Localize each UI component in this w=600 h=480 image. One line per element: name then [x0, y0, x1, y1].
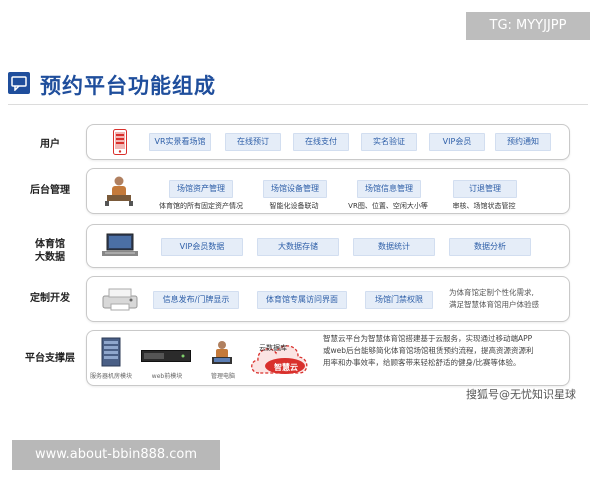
row-label-backend: 后台管理	[30, 185, 70, 196]
monitor-icon	[101, 233, 139, 263]
pill-order-mgmt: 订退管理	[453, 180, 517, 198]
server-rack-icon	[101, 337, 121, 371]
custom-desc-line2: 满足智慧体育馆用户体验感	[449, 300, 539, 309]
page-title: 预约平台功能组成	[40, 74, 216, 98]
pill-analysis: 数据分析	[449, 238, 531, 256]
sub-asset: 体育馆的所有固定资产情况	[159, 202, 243, 210]
support-desc-line3: 用率和办事效率，给顾客带来轻松舒适的健身/比赛等体验。	[323, 358, 521, 367]
caption-web-module: web前模块	[151, 373, 183, 380]
sub-info: VR图、位置、空闲大小等	[348, 202, 428, 210]
cloud-main-label: 智慧云	[274, 363, 298, 372]
worker-icon	[101, 175, 137, 211]
pill-real-name: 实名验证	[361, 133, 417, 151]
sub-device: 智能化设备联动	[269, 202, 319, 210]
pill-notify: 预约通知	[495, 133, 551, 151]
pill-asset-mgmt: 场馆资产管理	[169, 180, 233, 198]
row-label-support: 平台支撑层	[25, 353, 75, 364]
pill-online-booking: 在线预订	[225, 133, 281, 151]
pill-vip-data: VIP会员数据	[161, 238, 243, 256]
sub-order: 审核、场馆状态管控	[452, 202, 516, 210]
watermark-top: TG: MYYJJPP	[466, 12, 590, 40]
row-bigdata: VIP会员数据 大数据存储 数据统计 数据分析	[86, 224, 570, 268]
title-divider	[8, 104, 588, 105]
row-user: VR实景看场馆 在线预订 在线支付 实名验证 VIP会员 预约通知	[86, 124, 570, 160]
caption-server-room: 服务器机房模块	[89, 373, 132, 380]
support-description: 智慧云平台为智慧体育馆搭建基于云服务，实现通过移动端APP 或web后台能够简化…	[323, 333, 569, 369]
caption-admin-pc: 管理电脑	[210, 373, 235, 380]
web-server-icon	[141, 347, 191, 366]
row-custom: 信息发布/门牌显示 体育馆专属访问界面 场馆门禁权限 为体育馆定制个性化需求, …	[86, 276, 570, 322]
pill-exclusive-ui: 体育馆专属访问界面	[257, 291, 347, 309]
computer-user-icon	[209, 339, 235, 371]
row-backend: 场馆资产管理 场馆设备管理 场馆信息管理 订退管理 体育馆的所有固定资产情况 智…	[86, 168, 570, 214]
row-label-bigdata-line1: 体育馆	[35, 239, 65, 250]
cloud-db-label: 云数据库	[259, 344, 287, 352]
row-label-bigdata-line2: 大数据	[35, 252, 65, 263]
pill-statistics: 数据统计	[353, 238, 435, 256]
row-label-user: 用户	[40, 139, 60, 150]
cloud-icon	[247, 333, 313, 385]
pill-info-publish: 信息发布/门牌显示	[153, 291, 239, 309]
row-label-custom: 定制开发	[30, 293, 70, 304]
pill-vr-view: VR实景看场馆	[149, 133, 211, 151]
pill-vip: VIP会员	[429, 133, 485, 151]
support-desc-line1: 智慧云平台为智慧体育馆搭建基于云服务，实现通过移动端APP	[323, 334, 533, 343]
custom-description: 为体育馆定制个性化需求, 满足智慧体育馆用户体验感	[449, 287, 563, 311]
pill-device-mgmt: 场馆设备管理	[263, 180, 327, 198]
pill-info-mgmt: 场馆信息管理	[357, 180, 421, 198]
chat-bubble-icon	[8, 72, 30, 94]
watermark-sohu: 搜狐号@无忧知识星球	[466, 388, 576, 401]
printer-icon	[101, 286, 139, 316]
row-support: 服务器机房模块 web前模块 管理电脑 云数据库 智慧云 智慧云平台为智慧体育馆…	[86, 330, 570, 386]
phone-icon	[113, 129, 127, 159]
support-desc-line2: 或web后台能够简化体育馆场馆租赁预约流程，提高资源资源利	[323, 346, 534, 355]
pill-access-control: 场馆门禁权限	[365, 291, 433, 309]
pill-big-storage: 大数据存储	[257, 238, 339, 256]
custom-desc-line1: 为体育馆定制个性化需求,	[449, 288, 534, 297]
row-label-bigdata: 体育馆 大数据	[22, 238, 78, 264]
watermark-url: www.about-bbin888.com	[12, 440, 220, 470]
pill-online-payment: 在线支付	[293, 133, 349, 151]
